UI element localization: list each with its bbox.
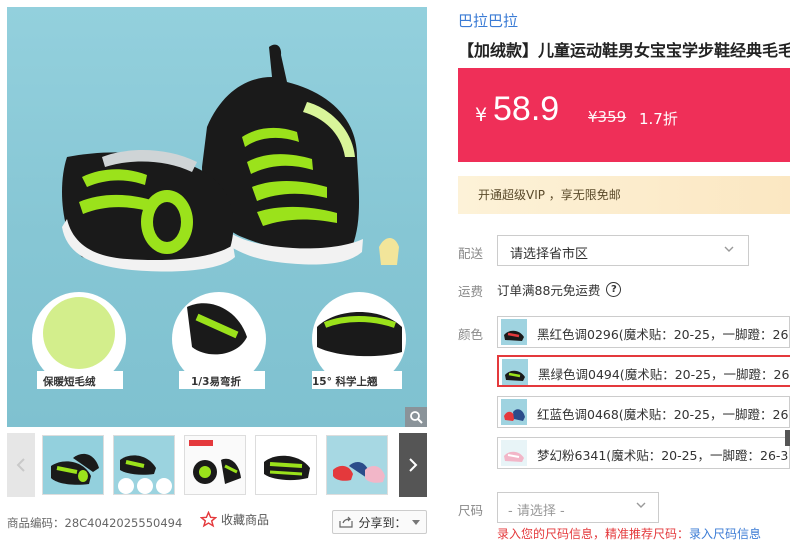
color-option-2[interactable]: 黑绿色调0494(魔术贴：20-25，一脚蹬：26-33 [497,355,790,387]
color-swatch-3 [501,399,527,425]
thumbnail-5[interactable] [326,435,388,495]
zoom-icon[interactable] [405,407,427,427]
sku-code: 商品编码：28C4042025550494 [7,516,183,530]
share-button[interactable]: 分享到： [332,510,427,534]
product-title: 【加绒款】儿童运动鞋男女宝宝学步鞋经典毛毛 [458,41,790,60]
caret-down-icon [411,519,420,525]
region-select[interactable]: 请选择省市区 [497,235,749,266]
color-swatch-2 [502,359,528,385]
chevron-left-icon [16,458,25,472]
color-option-label: 黑绿色调0494(魔术贴：20-25，一脚蹬：26-33 [538,367,790,382]
gallery-footer: 商品编码：28C4042025550494 收藏商品 分享到： [7,510,427,534]
size-placeholder: - 请选择 - [508,504,565,519]
color-option-label: 黑红色调0296(魔术贴：20-25，一脚蹬：26-33 [537,327,790,342]
price-value: 58.9 [493,90,560,128]
photo-label-1: 保暖短毛绒 [43,376,96,388]
favorite-label: 收藏商品 [221,513,270,527]
size-info-link[interactable]: 录入尺码信息 [689,527,761,541]
color-option-3[interactable]: 红蓝色调0468(魔术贴：20-25，一脚蹬：26-33 [497,396,790,428]
size-label: 尺码 [458,503,484,518]
thumbnail-1[interactable] [42,435,104,495]
color-swatch-4 [501,440,527,466]
vip-text: 开通超级VIP ，享无限免邮 [478,188,621,202]
photo-label-2: 1/3易弯折 [191,376,241,388]
color-option-1[interactable]: 黑红色调0296(魔术贴：20-25，一脚蹬：26-33 [497,316,790,348]
thumbnail-3[interactable] [184,435,246,495]
color-swatch-1 [501,319,527,345]
scroll-tab[interactable] [785,430,790,446]
thumbnail-2[interactable] [113,435,175,495]
chevron-right-icon [409,458,418,472]
brand-link[interactable]: 巴拉巴拉 [458,10,518,31]
thumbnail-strip [7,433,427,497]
price-panel: ¥ 58.9 ¥359 1.7折 [458,68,790,162]
delivery-label: 配送 [458,246,484,261]
size-select[interactable]: - 请选择 - [497,492,659,523]
thumb-next-button[interactable] [399,433,427,497]
discount-label: 1.7折 [639,110,678,128]
color-option-4[interactable]: 梦幻粉6341(魔术贴：20-25，一脚蹬：26-33） [497,437,790,469]
size-tip-text: 录入您的尺码信息，精准推荐尺码： [497,527,690,541]
photo-label-3: 15° 科学上翘 [312,376,378,388]
color-option-label: 红蓝色调0468(魔术贴：20-25，一脚蹬：26-33 [537,407,790,422]
color-label: 颜色 [458,327,484,342]
shipping-label: 运费 [458,284,484,299]
shoe-illustration [32,44,406,389]
chevron-down-icon [724,246,734,252]
original-price: ¥359 [588,108,627,126]
help-icon[interactable]: ? [606,282,622,297]
share-icon [339,516,354,528]
chevron-down-icon [636,502,646,508]
size-tip: 录入您的尺码信息，精准推荐尺码：录入尺码信息 [497,525,761,542]
region-placeholder: 请选择省市区 [510,247,589,262]
price-currency: ¥ [475,104,488,126]
color-option-label: 梦幻粉6341(魔术贴：20-25，一脚蹬：26-33） [537,448,790,463]
shipping-text: 订单满88元免运费 [497,283,601,298]
vip-banner[interactable]: 开通超级VIP ，享无限免邮 [458,176,790,214]
thumb-prev-button[interactable] [7,433,35,497]
share-label: 分享到： [358,515,407,530]
star-icon [200,511,217,528]
main-product-image[interactable]: 保暖短毛绒 1/3易弯折 15° 科学上翘 [7,7,427,427]
shipping-info: 订单满88元免运费 ? [497,280,622,299]
thumbnail-4[interactable] [255,435,317,495]
favorite-button[interactable]: 收藏商品 [200,511,269,528]
